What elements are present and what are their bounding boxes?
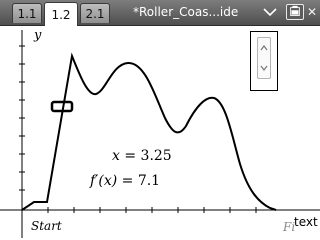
minimized-slider[interactable] <box>250 31 278 91</box>
start-label: Start <box>31 219 62 233</box>
document-title: *Roller_Coas...ide <box>133 5 239 19</box>
chevron-down-icon[interactable] <box>258 58 270 78</box>
chevron-down-icon[interactable] <box>262 5 278 19</box>
x-readout-lhs: x <box>112 148 120 164</box>
derivative-readout-value: = 7.1 <box>121 173 161 189</box>
battery-icon <box>286 4 304 20</box>
tab-bar: 1.1 1.2 2.1 *Roller_Coas...ide ✕ <box>0 0 320 26</box>
slider-stepper[interactable] <box>257 37 271 79</box>
x-value-readout: x = 3.25 <box>112 148 172 164</box>
close-icon[interactable]: ✕ <box>306 4 318 20</box>
x-readout-value: = 3.25 <box>124 148 172 164</box>
derivative-readout-lhs: f′(x) <box>90 173 118 189</box>
tab-1-2[interactable]: 1.2 <box>44 2 78 26</box>
y-axis-label: y <box>34 28 42 43</box>
derivative-readout: f′(x) = 7.1 <box>90 173 160 189</box>
x-axis-label: text <box>294 215 318 229</box>
tab-1-1[interactable]: 1.1 <box>12 3 42 23</box>
graph-workspace[interactable]: y Start Fi text x = 3.25 f′(x) = 7.1 <box>0 26 320 240</box>
chevron-up-icon[interactable] <box>258 38 270 58</box>
tab-2-1[interactable]: 2.1 <box>80 3 110 23</box>
